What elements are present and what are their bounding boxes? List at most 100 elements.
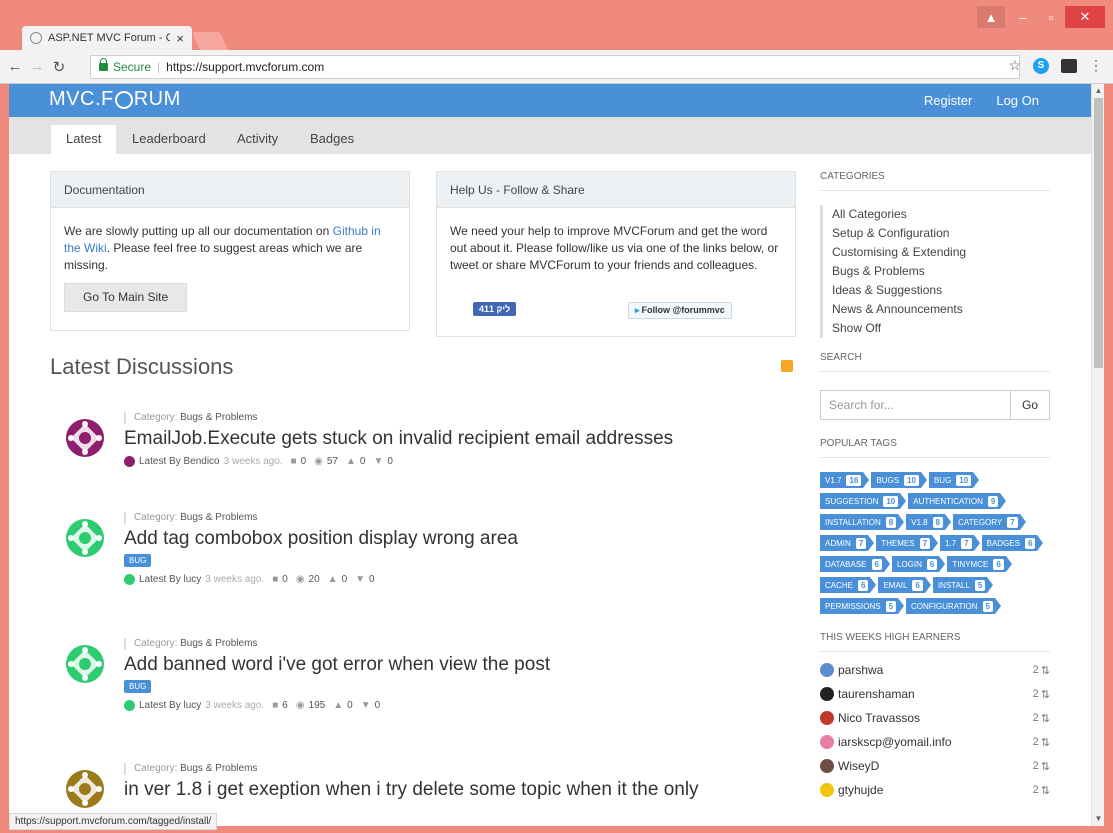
login-link[interactable]: Log On — [996, 93, 1039, 108]
latest-author[interactable]: Latest By lucy — [139, 574, 201, 585]
extension-icon[interactable] — [1061, 58, 1077, 73]
discussion-category: Category: Bugs & Problems — [124, 638, 784, 650]
earner-item[interactable]: iarskscp@yomail.info 2 ⇅ — [820, 730, 1050, 754]
earner-item[interactable]: gtyhujde 2 ⇅ — [820, 778, 1050, 802]
site-logo[interactable]: MVC.F RUM — [49, 88, 181, 111]
tag-name: CATEGORY — [958, 517, 1003, 527]
browser-tab[interactable]: ASP.NET MVC Forum - C × — [22, 26, 192, 50]
documentation-heading: Documentation — [51, 172, 409, 208]
profile-icon[interactable]: ▲ — [977, 6, 1005, 28]
category-link[interactable]: Bugs & Problems — [180, 512, 257, 523]
tag-chip[interactable]: EMAIL 6 — [878, 577, 932, 593]
tag-chip[interactable]: BUG 10 — [928, 472, 980, 488]
scroll-up-icon[interactable]: ▲ — [1092, 84, 1105, 98]
page-scrollbar[interactable]: ▲ ▼ — [1091, 84, 1104, 826]
menu-kebab-icon[interactable]: ⋮ — [1089, 57, 1103, 74]
discussion-tag[interactable]: BUG — [124, 554, 152, 567]
skype-extension-icon[interactable]: S — [1033, 57, 1049, 74]
tag-chip[interactable]: V1.7 16 — [820, 472, 870, 488]
search-input[interactable] — [820, 390, 1010, 420]
tag-chip[interactable]: DATABASE 6 — [820, 556, 890, 572]
maximize-button[interactable]: ▫ — [1037, 6, 1065, 28]
tag-chip[interactable]: 1.7 7 — [940, 535, 980, 551]
discussion-title[interactable]: Add banned word i've got error when view… — [124, 654, 784, 676]
tag-count: 16 — [846, 474, 862, 486]
register-link[interactable]: Register — [924, 93, 972, 108]
latest-author[interactable]: Latest By lucy — [139, 700, 201, 711]
earner-item[interactable]: Nico Travassos 2 ⇅ — [820, 706, 1050, 730]
scroll-thumb[interactable] — [1094, 98, 1103, 368]
tag-chip[interactable]: CATEGORY 7 — [953, 514, 1026, 530]
category-link[interactable]: Bugs & Problems — [180, 638, 257, 649]
earner-item[interactable]: WiseyD 2 ⇅ — [820, 754, 1050, 778]
discussion-avatar[interactable] — [64, 643, 106, 685]
tag-chip[interactable]: AUTHENTICATION 9 — [908, 493, 1007, 509]
bookmark-star-icon[interactable]: ☆ — [1008, 57, 1021, 74]
earner-item[interactable]: taurenshaman 2 ⇅ — [820, 682, 1050, 706]
earner-name: WiseyD — [838, 759, 880, 773]
tag-name: AUTHENTICATION — [913, 496, 983, 506]
category-item[interactable]: Customising & Extending — [820, 243, 1050, 262]
latest-discussions-title: Latest Discussions — [50, 354, 234, 379]
earner-item[interactable]: parshwa 2 ⇅ — [820, 658, 1050, 682]
main-site-button[interactable]: Go To Main Site — [64, 283, 188, 312]
tab-badges[interactable]: Badges — [295, 125, 369, 154]
lock-icon — [99, 58, 108, 71]
view-count: 57 — [326, 456, 339, 467]
close-window-button[interactable]: ✕ — [1065, 6, 1105, 28]
discussion-category: Category: Bugs & Problems — [124, 412, 784, 424]
address-bar[interactable]: Secure | https://support.mvcforum.com — [90, 55, 1020, 79]
category-item[interactable]: All Categories — [820, 205, 1050, 224]
category-item[interactable]: Bugs & Problems — [820, 262, 1050, 281]
discussion-title[interactable]: in ver 1.8 i get exeption when i try del… — [124, 779, 784, 801]
tag-count: 6 — [1024, 537, 1036, 549]
category-item[interactable]: News & Announcements — [820, 300, 1050, 319]
search-go-button[interactable]: Go — [1010, 390, 1050, 420]
category-link[interactable]: Bugs & Problems — [180, 412, 257, 423]
tag-chip[interactable]: INSTALL 5 — [932, 577, 994, 593]
discussion-avatar[interactable] — [64, 768, 106, 810]
category-link[interactable]: Bugs & Problems — [180, 763, 257, 774]
tag-count: 6 — [858, 579, 869, 591]
categories-heading: CATEGORIES — [820, 171, 1050, 191]
rss-icon[interactable] — [781, 360, 793, 372]
reload-icon[interactable]: ↻ — [48, 58, 70, 76]
tag-chip[interactable]: V1.8 8 — [906, 514, 952, 530]
auth-links: Register Log On — [924, 93, 1039, 108]
category-item[interactable]: Setup & Configuration — [820, 224, 1050, 243]
discussion-avatar[interactable] — [64, 417, 106, 459]
discussion-title[interactable]: EmailJob.Execute gets stuck on invalid r… — [124, 428, 784, 450]
tag-chip[interactable]: LOGIN 6 — [891, 556, 946, 572]
tag-chip[interactable]: TINYMCE 6 — [947, 556, 1013, 572]
tag-chip[interactable]: ADMIN 7 — [820, 535, 875, 551]
category-item[interactable]: Ideas & Suggestions — [820, 281, 1050, 300]
tab-latest[interactable]: Latest — [51, 125, 117, 154]
tag-chip[interactable]: CACHE 6 — [820, 577, 877, 593]
tag-chip[interactable]: BUGS 10 — [871, 472, 927, 488]
close-tab-icon[interactable]: × — [176, 31, 184, 46]
tag-chip[interactable]: SUGGESTION 10 — [820, 493, 907, 509]
tag-chip[interactable]: THEMES 7 — [876, 535, 938, 551]
tag-chip[interactable]: PERMISSIONS 5 — [820, 598, 905, 614]
minimize-button[interactable]: – — [1009, 6, 1037, 28]
tab-leaderboard[interactable]: Leaderboard — [117, 125, 221, 154]
earner-name: parshwa — [838, 663, 884, 677]
discussion-avatar[interactable] — [64, 517, 106, 559]
category-prefix: Category: — [134, 512, 178, 523]
high-earners-heading: THIS WEEKS HIGH EARNERS — [820, 632, 1050, 652]
latest-author[interactable]: Latest By Bendico — [139, 456, 220, 467]
category-item[interactable]: Show Off — [820, 319, 1050, 338]
forward-arrow-icon[interactable]: → — [26, 58, 48, 75]
back-arrow-icon[interactable]: ← — [4, 58, 26, 75]
new-tab-button[interactable] — [191, 32, 229, 50]
facebook-like-button[interactable]: 411 ליק — [473, 302, 517, 316]
scroll-down-icon[interactable]: ▼ — [1092, 812, 1105, 826]
earner-name: Nico Travassos — [838, 711, 921, 725]
discussion-tag[interactable]: BUG — [124, 680, 152, 693]
discussion-title[interactable]: Add tag combobox position display wrong … — [124, 528, 784, 550]
tag-chip[interactable]: INSTALLATION 8 — [820, 514, 905, 530]
tag-chip[interactable]: CONFIGURATION 5 — [906, 598, 1001, 614]
tag-chip[interactable]: BADGES 6 — [981, 535, 1044, 551]
tab-activity[interactable]: Activity — [222, 125, 293, 154]
twitter-follow-button[interactable]: Follow @forummvc — [628, 302, 732, 319]
